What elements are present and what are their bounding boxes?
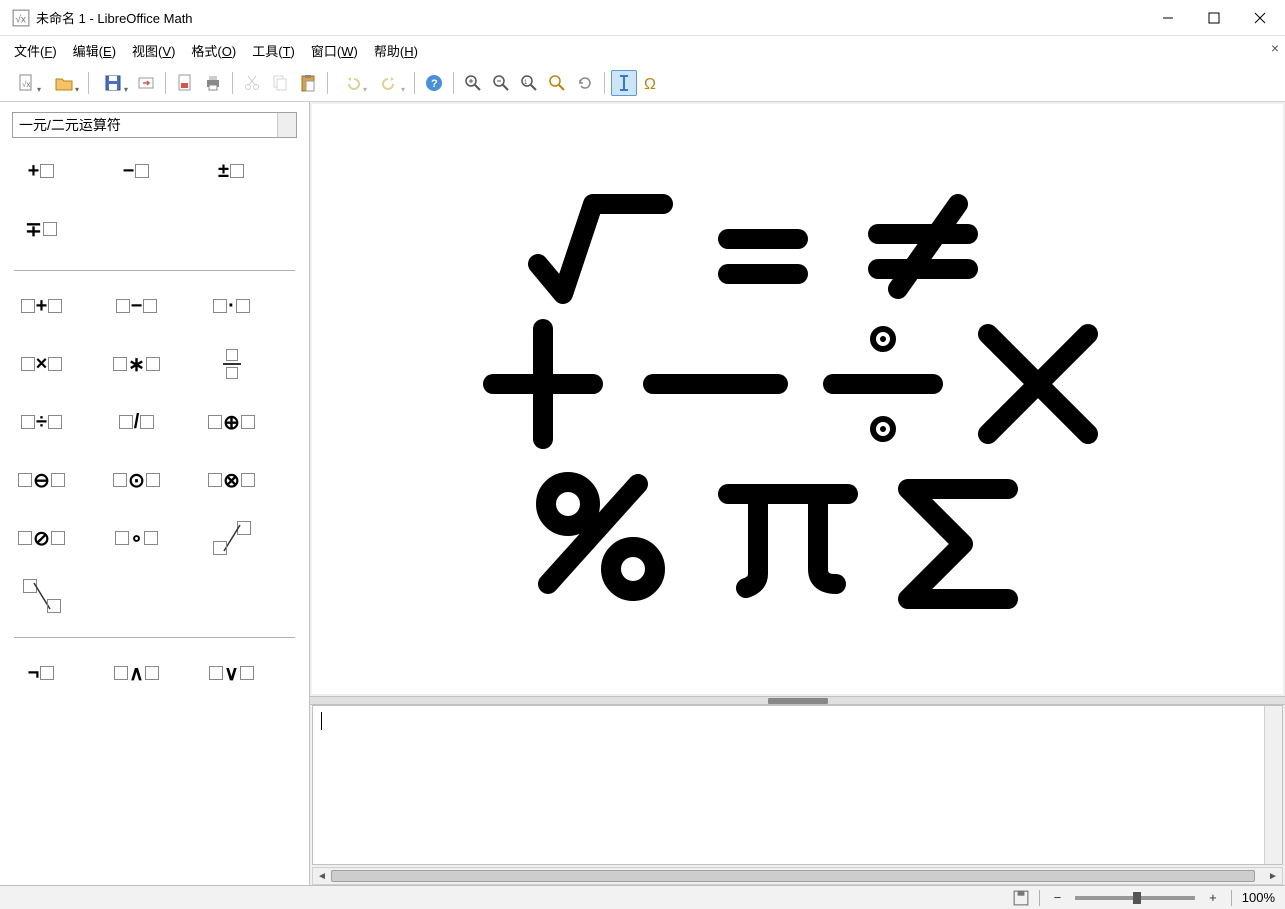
symbols-button[interactable]: Ω xyxy=(639,70,665,96)
elem-minus[interactable]: − xyxy=(109,289,164,323)
elem-oslash[interactable]: ⊘ xyxy=(14,521,69,555)
zoom-in-button[interactable] xyxy=(460,70,486,96)
elem-frac[interactable] xyxy=(204,347,259,381)
menu-view[interactable]: 视图(V) xyxy=(124,38,183,63)
minimize-button[interactable] xyxy=(1145,0,1191,36)
close-button[interactable] xyxy=(1237,0,1283,36)
zoom-out-button[interactable] xyxy=(488,70,514,96)
elements-panel: 一元/二元运算符 ⌄ + − ± ∓ + − · × ∗ xyxy=(0,102,310,885)
elem-odot[interactable]: ⊙ xyxy=(109,463,164,497)
redo-button[interactable] xyxy=(372,70,408,96)
elem-plus[interactable]: + xyxy=(14,289,69,323)
save-button[interactable] xyxy=(95,70,131,96)
horizontal-scrollbar[interactable]: ◄ ► xyxy=(312,867,1283,885)
menu-format[interactable]: 格式(O) xyxy=(183,38,244,63)
splitter-handle[interactable] xyxy=(310,696,1285,705)
refresh-button[interactable] xyxy=(572,70,598,96)
elem-wideslash[interactable] xyxy=(204,521,259,555)
chevron-down-icon: ⌄ xyxy=(284,120,292,131)
zoom-in-status[interactable]: + xyxy=(1205,890,1221,905)
scroll-left-icon[interactable]: ◄ xyxy=(313,868,331,884)
maximize-button[interactable] xyxy=(1191,0,1237,36)
menu-bar: 文件(F) 编辑(E) 视图(V) 格式(O) 工具(T) 窗口(W) 帮助(H… xyxy=(0,36,1285,64)
main-area: 一元/二元运算符 ⌄ + − ± ∓ + − · × ∗ xyxy=(0,102,1285,885)
cut-button[interactable] xyxy=(239,70,265,96)
window-title: 未命名 1 - LibreOffice Math xyxy=(36,8,1145,27)
menu-help[interactable]: 帮助(H) xyxy=(366,38,426,63)
new-button[interactable]: √x xyxy=(8,70,44,96)
menu-tools[interactable]: 工具(T) xyxy=(244,38,303,63)
elem-plusminus[interactable]: ± xyxy=(204,154,259,188)
export-button[interactable] xyxy=(133,70,159,96)
svg-text:?: ? xyxy=(431,78,438,90)
zoom-level-label[interactable]: 100% xyxy=(1242,890,1275,905)
elem-and[interactable]: ∧ xyxy=(109,656,164,690)
app-icon: √x xyxy=(12,9,30,27)
menu-file[interactable]: 文件(F) xyxy=(6,38,65,63)
help-button[interactable]: ? xyxy=(421,70,447,96)
elem-ominus[interactable]: ⊖ xyxy=(14,463,69,497)
elem-or[interactable]: ∨ xyxy=(204,656,259,690)
formula-graphic xyxy=(478,184,1118,624)
elements-category-combo[interactable]: 一元/二元运算符 ⌄ xyxy=(12,112,297,138)
print-button[interactable] xyxy=(200,70,226,96)
elem-minus-unary[interactable]: − xyxy=(109,154,164,188)
status-bar: − + 100% xyxy=(0,885,1285,909)
elem-neg[interactable]: ¬ xyxy=(14,656,69,690)
formula-canvas[interactable] xyxy=(312,104,1283,694)
vertical-scrollbar[interactable] xyxy=(1264,706,1282,864)
copy-button[interactable] xyxy=(267,70,293,96)
elem-minusplus[interactable]: ∓ xyxy=(14,212,69,246)
zoom-fit-button[interactable] xyxy=(544,70,570,96)
save-status-icon[interactable] xyxy=(1013,890,1029,906)
elem-oplus[interactable]: ⊕ xyxy=(204,405,259,439)
svg-text:1: 1 xyxy=(524,80,528,86)
close-document-icon[interactable]: × xyxy=(1271,40,1279,56)
elem-widebslash[interactable] xyxy=(14,579,69,613)
undo-button[interactable] xyxy=(334,70,370,96)
svg-text:Ω: Ω xyxy=(644,76,656,93)
menu-window[interactable]: 窗口(W) xyxy=(303,38,366,63)
scroll-right-icon[interactable]: ► xyxy=(1264,868,1282,884)
standard-toolbar: √x ? 1 Ω xyxy=(0,64,1285,102)
command-input[interactable] xyxy=(313,706,1264,864)
elements-grid: + − ± ∓ + − · × ∗ ÷ / ⊕ xyxy=(0,144,309,885)
elem-cdot[interactable]: · xyxy=(204,289,259,323)
svg-text:√x: √x xyxy=(22,80,30,89)
command-pane xyxy=(312,705,1283,865)
elem-circ[interactable]: ∘ xyxy=(109,521,164,555)
elements-category-label: 一元/二元运算符 xyxy=(19,115,121,135)
zoom-slider[interactable] xyxy=(1075,896,1195,900)
elem-div[interactable]: ÷ xyxy=(14,405,69,439)
document-area: ◄ ► xyxy=(310,102,1285,885)
elem-ast[interactable]: ∗ xyxy=(109,347,164,381)
elem-otimes[interactable]: ⊗ xyxy=(204,463,259,497)
svg-text:√x: √x xyxy=(15,13,26,25)
zoom-out-status[interactable]: − xyxy=(1050,890,1066,905)
formula-cursor-button[interactable] xyxy=(611,70,637,96)
grip-icon xyxy=(768,698,828,704)
zoom-100-button[interactable]: 1 xyxy=(516,70,542,96)
export-pdf-button[interactable] xyxy=(172,70,198,96)
elem-slash[interactable]: / xyxy=(109,405,164,439)
open-button[interactable] xyxy=(46,70,82,96)
menu-edit[interactable]: 编辑(E) xyxy=(65,38,124,63)
paste-button[interactable] xyxy=(295,70,321,96)
elem-plus-unary[interactable]: + xyxy=(14,154,69,188)
title-bar: √x 未命名 1 - LibreOffice Math xyxy=(0,0,1285,36)
elem-times[interactable]: × xyxy=(14,347,69,381)
